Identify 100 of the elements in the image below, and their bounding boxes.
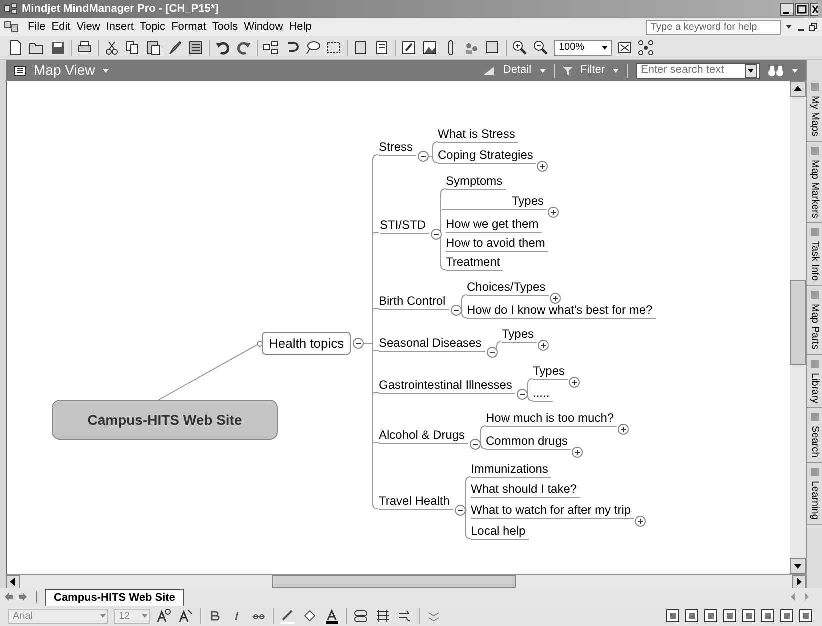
save-icon[interactable] [50, 40, 66, 56]
notes-icon[interactable] [374, 40, 390, 56]
print-icon[interactable] [77, 40, 93, 56]
layout-icon[interactable] [375, 608, 391, 624]
collapse-icon[interactable] [431, 229, 442, 240]
topic-label[interactable]: Coping Strategies [438, 148, 536, 164]
pdf-export-icon[interactable] [665, 608, 681, 624]
topic-label[interactable]: STI/STD [380, 218, 430, 234]
undo-icon[interactable] [215, 40, 231, 56]
topic-label[interactable]: Symptoms [446, 174, 506, 190]
expand-icon[interactable] [635, 516, 646, 527]
callout-icon[interactable] [305, 40, 321, 56]
menu-item[interactable]: Topic [140, 18, 166, 36]
help-search-field[interactable]: Type a keyword for help [646, 20, 781, 34]
collapse-icon[interactable] [450, 305, 462, 316]
topic-label[interactable]: How to avoid them [446, 236, 548, 252]
scroll-right-icon[interactable] [792, 575, 806, 589]
topic-label[interactable]: Immunizations [471, 462, 552, 478]
subtopic-icon[interactable] [263, 40, 279, 56]
topic-label[interactable]: Choices/Types [467, 280, 549, 296]
side-tab[interactable]: My Maps [807, 78, 822, 142]
brush-icon[interactable] [167, 40, 183, 56]
scroll-down-icon[interactable] [790, 558, 806, 574]
topic-label[interactable]: Seasonal Diseases [379, 336, 485, 352]
fit-map-icon[interactable] [617, 40, 633, 56]
fill-color-icon[interactable] [302, 608, 318, 624]
topic-label[interactable]: Common drugs [486, 434, 572, 450]
zoom-out-icon[interactable] [533, 40, 549, 56]
excel-export-icon[interactable] [703, 608, 719, 624]
side-tab[interactable]: Library [807, 354, 822, 408]
topic-label[interactable]: How much is too much? [486, 411, 618, 427]
globe-icon[interactable] [684, 608, 700, 624]
caret-icon[interactable] [540, 68, 546, 72]
shrink-font-icon[interactable] [178, 608, 194, 624]
grow-font-icon[interactable] [156, 608, 172, 624]
slides-icon[interactable] [779, 608, 795, 624]
topic-label[interactable]: Birth Control [379, 294, 449, 310]
collapse-icon[interactable] [353, 338, 364, 349]
topic-icon[interactable] [353, 40, 369, 56]
side-tab[interactable]: Task Info [807, 222, 822, 286]
caret-icon[interactable] [103, 68, 110, 72]
expand-icon[interactable] [538, 340, 550, 351]
topic-label[interactable]: Types [442, 194, 548, 210]
menu-item[interactable]: Edit [52, 18, 71, 36]
topic-label[interactable]: How we get them [446, 217, 542, 233]
topic-label[interactable]: Travel Health [379, 494, 453, 510]
redo-icon[interactable] [236, 40, 252, 56]
expand-icon[interactable] [569, 377, 580, 388]
line-color-icon[interactable] [280, 608, 296, 624]
detail-button[interactable]: Detail [503, 62, 532, 79]
back-arrow-icon[interactable] [4, 592, 14, 602]
project-icon[interactable] [760, 608, 776, 624]
collapse-icon[interactable] [454, 505, 466, 516]
topic-label[interactable]: Stress [379, 140, 416, 156]
caret-icon[interactable] [613, 68, 619, 72]
growth-direction-icon[interactable] [397, 608, 413, 624]
document-icon[interactable] [4, 20, 20, 34]
topic-label[interactable]: Types [533, 364, 568, 380]
scroll-up-icon[interactable] [790, 81, 806, 97]
zoom-field[interactable]: 100% [554, 40, 612, 56]
map-tab[interactable]: Campus-HITS Web Site [45, 589, 184, 606]
calendar-icon[interactable] [741, 608, 757, 624]
shape-icon[interactable] [353, 608, 369, 624]
topic-label[interactable]: Alcohol & Drugs [379, 428, 468, 444]
scroll-left-icon[interactable] [6, 575, 20, 589]
topic-label[interactable]: Gastrointestinal Illnesses [379, 378, 516, 394]
expand-icon[interactable] [572, 447, 584, 458]
menu-item[interactable]: Window [244, 18, 284, 36]
boundary-icon[interactable] [326, 40, 342, 56]
collapse-icon[interactable] [486, 347, 498, 358]
collapse-icon[interactable] [418, 151, 430, 162]
close-icon[interactable] [810, 2, 818, 16]
edit-icon[interactable] [401, 40, 417, 56]
menu-item[interactable]: View [76, 18, 100, 36]
side-tab[interactable]: Learning [807, 462, 822, 525]
topic-label[interactable]: What to watch for after my trip [471, 503, 634, 519]
filter-button[interactable]: Filter [580, 62, 605, 79]
topic-label[interactable]: ..... [533, 386, 553, 402]
minimize-icon[interactable] [780, 2, 794, 16]
central-topic[interactable]: Campus-HITS Web Site [52, 400, 278, 440]
maximize-icon[interactable] [795, 2, 809, 16]
menu-item[interactable]: Tools [212, 18, 238, 36]
restore-icon[interactable] [809, 22, 818, 32]
dropdown-arrow-icon[interactable] [785, 24, 793, 30]
topic-label[interactable]: What is Stress [438, 127, 518, 143]
word-export-icon[interactable] [798, 608, 814, 624]
topic-label[interactable]: Types [502, 327, 538, 343]
sticky-icon[interactable] [485, 40, 501, 56]
zoom-in-icon[interactable] [512, 40, 528, 56]
main-topic[interactable]: Health topics [262, 332, 352, 355]
paste-icon[interactable] [146, 40, 162, 56]
copy-icon[interactable] [125, 40, 141, 56]
binoculars-icon[interactable] [768, 64, 784, 76]
menu-item[interactable]: Format [172, 18, 206, 36]
map-view-title[interactable]: Map View [34, 60, 96, 81]
font-color-icon[interactable] [324, 608, 340, 624]
menu-item[interactable]: Insert [106, 18, 134, 36]
topic-label[interactable]: Local help [471, 524, 529, 540]
format-icon[interactable] [188, 40, 204, 56]
topic-label[interactable]: How do I know what's best for me? [467, 303, 656, 319]
